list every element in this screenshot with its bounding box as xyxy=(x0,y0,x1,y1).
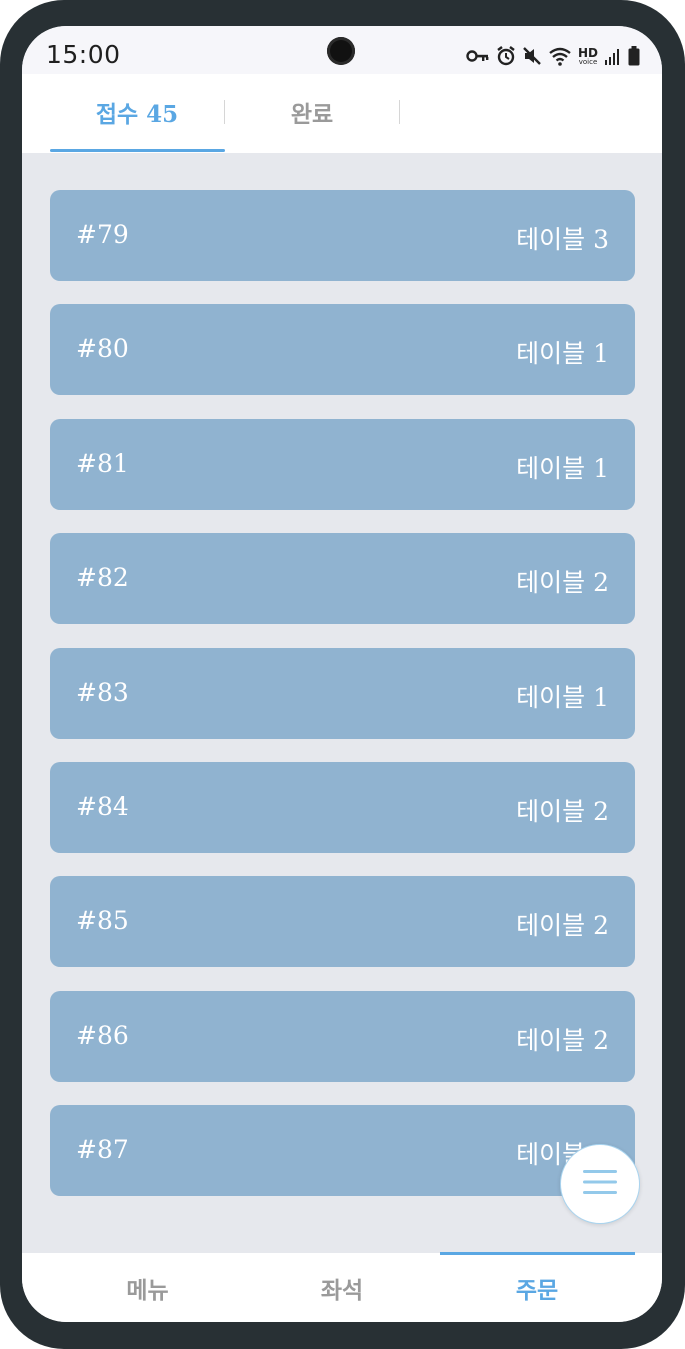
nav-menu[interactable]: 메뉴 xyxy=(50,1253,245,1322)
tab-received[interactable]: 접수 45 xyxy=(50,74,224,150)
signal-icon xyxy=(604,47,622,65)
order-number: #83 xyxy=(76,678,129,707)
status-time: 15:00 xyxy=(46,40,121,69)
wifi-icon xyxy=(548,46,572,66)
order-table: 테이블 1 xyxy=(516,683,609,712)
active-nav-indicator xyxy=(440,1252,635,1255)
tab-divider xyxy=(399,100,400,124)
nav-seat[interactable]: 좌석 xyxy=(245,1253,439,1322)
order-card[interactable]: #80 테이블 1 xyxy=(50,304,635,395)
order-card[interactable]: #86 테이블 2 xyxy=(50,991,635,1082)
order-table: 테이블 2 xyxy=(516,568,609,597)
menu-fab-button[interactable] xyxy=(560,1144,640,1224)
order-card[interactable]: #82 테이블 2 xyxy=(50,533,635,624)
order-table: 테이블 1 xyxy=(516,454,609,483)
order-status-tabs: 접수 45 완료 xyxy=(22,74,662,153)
order-number: #86 xyxy=(76,1021,129,1050)
hamburger-menu-icon xyxy=(583,1169,617,1199)
active-tab-indicator xyxy=(50,149,225,152)
tab-completed[interactable]: 완료 xyxy=(224,74,400,150)
order-card[interactable]: #85 테이블 2 xyxy=(50,876,635,967)
order-number: #87 xyxy=(76,1135,129,1164)
order-card[interactable]: #81 테이블 1 xyxy=(50,419,635,510)
order-table: 테이블 1 xyxy=(516,339,609,368)
order-number: #80 xyxy=(76,334,129,363)
status-icons: HD voice xyxy=(466,46,640,66)
order-table: 테이블 3 xyxy=(516,225,609,254)
order-card[interactable]: #83 테이블 1 xyxy=(50,648,635,739)
order-table: 테이블 2 xyxy=(516,797,609,826)
bottom-navigation: 메뉴 좌석 주문 xyxy=(22,1253,662,1322)
order-number: #79 xyxy=(76,220,129,249)
nav-order[interactable]: 주문 xyxy=(439,1253,635,1322)
voice-label: voice xyxy=(578,57,598,66)
phone-frame: 15:00 HD voice 접수 45 완료 #79 테이블 3 #80 테이… xyxy=(0,0,685,1349)
vpn-key-icon xyxy=(466,49,490,63)
order-number: #81 xyxy=(76,449,129,478)
alarm-icon xyxy=(496,46,516,66)
front-camera xyxy=(327,37,355,65)
battery-icon xyxy=(628,46,640,66)
order-number: #85 xyxy=(76,906,129,935)
order-number: #84 xyxy=(76,792,129,821)
order-number: #82 xyxy=(76,563,129,592)
screen: 15:00 HD voice 접수 45 완료 #79 테이블 3 #80 테이… xyxy=(22,26,662,1322)
order-card[interactable]: #87 테이블 2 xyxy=(50,1105,635,1196)
status-bar: 15:00 HD voice xyxy=(22,26,662,74)
order-card[interactable]: #79 테이블 3 xyxy=(50,190,635,281)
order-table: 테이블 2 xyxy=(516,1026,609,1055)
order-card[interactable]: #84 테이블 2 xyxy=(50,762,635,853)
mute-icon xyxy=(522,46,542,66)
hd-label: HD xyxy=(577,45,598,60)
order-table: 테이블 2 xyxy=(516,911,609,940)
hd-voice-icon: HD voice xyxy=(578,47,598,66)
